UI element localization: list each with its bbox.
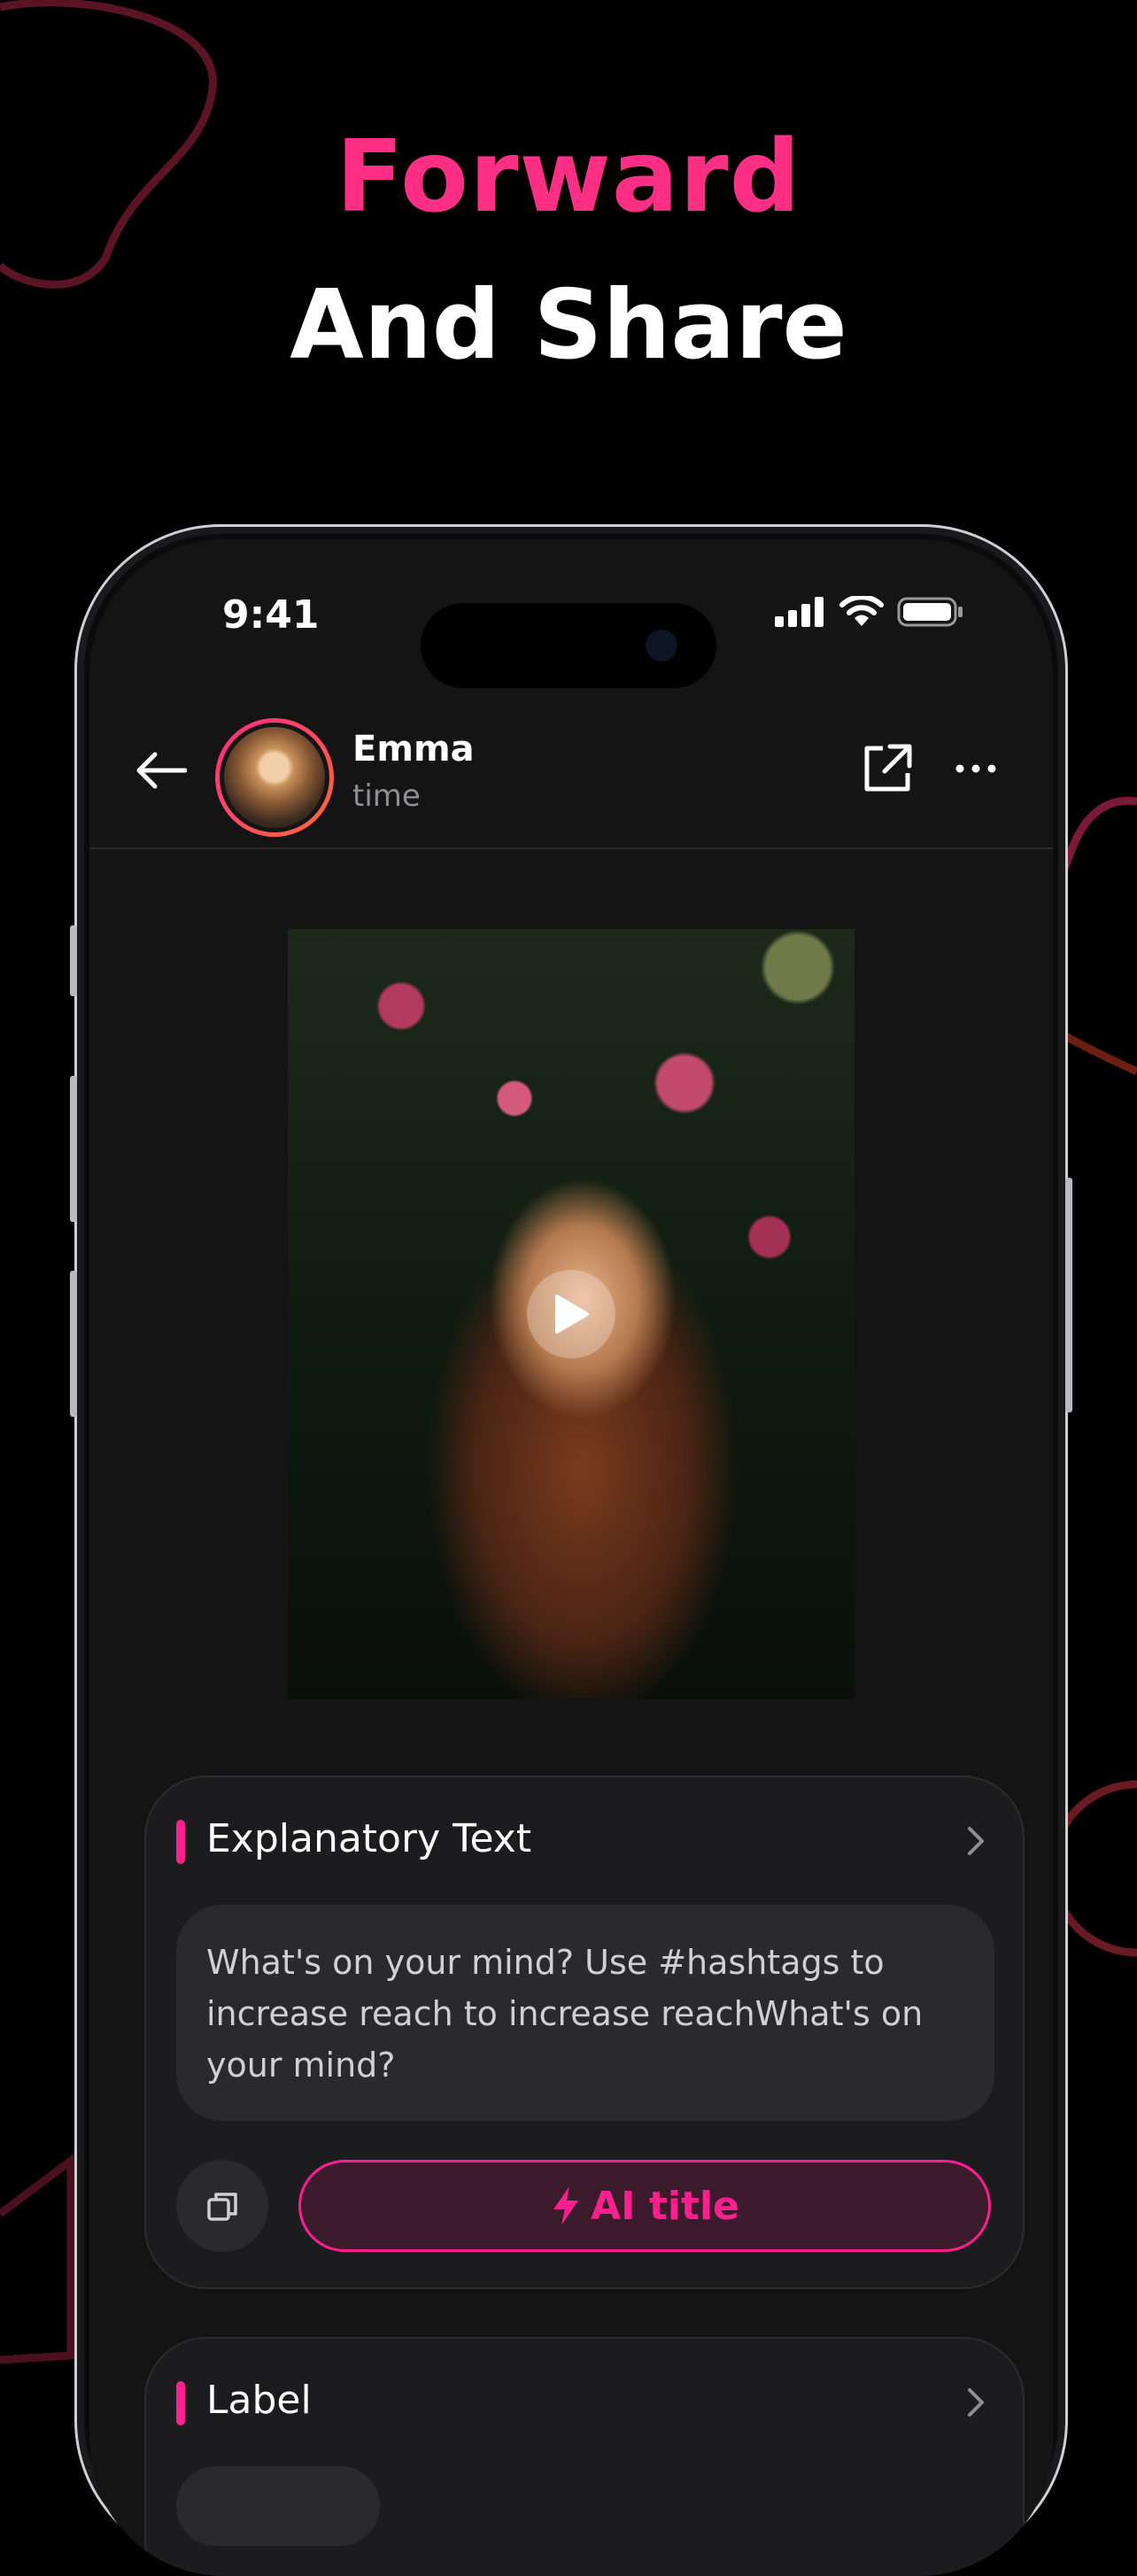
cellular-signal-icon xyxy=(775,597,824,627)
status-time: 9:41 xyxy=(222,592,320,638)
explanatory-text-card: Explanatory Text What's on your mind? Us… xyxy=(144,1775,1025,2289)
phone-volume-up-button xyxy=(70,1076,77,1222)
play-button[interactable] xyxy=(527,1270,615,1358)
section-accent-bar xyxy=(176,2381,185,2425)
battery-icon xyxy=(897,597,963,627)
promo-headline-share: And Share xyxy=(290,270,847,381)
app-screen: 9:41 Emma time Explanatory Text What's o… xyxy=(89,539,1053,2576)
phone-power-button xyxy=(1065,1178,1072,1412)
phone-volume-down-button xyxy=(70,1271,77,1417)
dynamic-island xyxy=(421,603,716,688)
play-icon xyxy=(555,1295,589,1334)
share-button[interactable] xyxy=(860,741,915,796)
label-chip[interactable] xyxy=(176,2466,380,2546)
copy-button[interactable] xyxy=(176,2160,268,2252)
promo-headline-forward: Forward xyxy=(336,120,801,235)
section-accent-bar xyxy=(176,1820,185,1864)
lightning-icon xyxy=(553,2186,579,2225)
ai-title-button[interactable]: AI title xyxy=(298,2160,991,2252)
chevron-right-icon[interactable] xyxy=(966,1825,986,1857)
more-options-button[interactable] xyxy=(948,741,1003,796)
user-name[interactable]: Emma xyxy=(352,729,475,770)
video-thumbnail[interactable] xyxy=(288,929,855,1699)
camera-lens xyxy=(646,630,677,661)
description-text[interactable]: What's on your mind? Use #hashtags to in… xyxy=(176,1905,994,2121)
ai-title-label: AI title xyxy=(591,2183,739,2229)
label-card: Label xyxy=(144,2337,1025,2576)
post-header: Emma time xyxy=(89,697,1053,849)
wifi-icon xyxy=(839,596,884,626)
explanatory-text-title[interactable]: Explanatory Text xyxy=(206,1816,531,1861)
back-button[interactable] xyxy=(134,743,189,798)
avatar-image xyxy=(220,723,329,832)
post-time: time xyxy=(352,778,421,814)
external-share-icon xyxy=(864,744,912,792)
avatar[interactable] xyxy=(215,718,334,837)
status-icons xyxy=(775,596,964,628)
phone-action-button xyxy=(70,925,77,996)
arrow-left-icon xyxy=(136,752,187,789)
ellipsis-icon xyxy=(955,764,996,773)
phone-mockup: 9:41 Emma time Explanatory Text What's o… xyxy=(70,524,1072,2576)
label-title[interactable]: Label xyxy=(206,2378,312,2423)
copy-icon xyxy=(207,2193,237,2221)
chevron-right-icon[interactable] xyxy=(966,2386,986,2418)
